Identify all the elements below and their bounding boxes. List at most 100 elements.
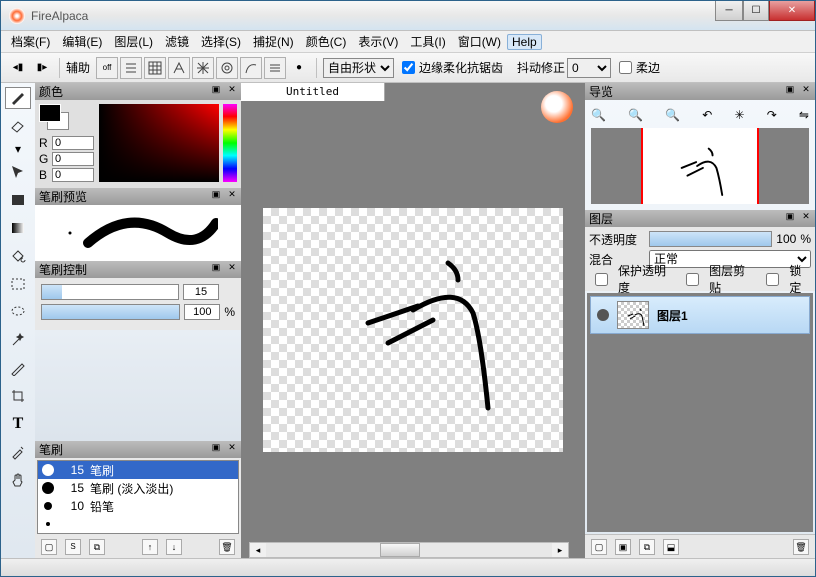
brush-row[interactable]: 15 笔刷	[38, 461, 238, 479]
canvas[interactable]	[263, 208, 563, 452]
brush-row[interactable]: 10 铅笔	[38, 497, 238, 515]
menu-view[interactable]: 表示(V)	[352, 31, 404, 52]
layer-opacity-slider[interactable]	[649, 231, 772, 247]
new-folder-button[interactable]: ▣	[615, 539, 631, 555]
brush-list[interactable]: 15 笔刷 15 笔刷 (淡入淡出) 10 铅笔	[37, 460, 239, 534]
undo-icon[interactable]: ◂▮	[7, 57, 29, 79]
zoom-fit-icon[interactable]: 🔍	[665, 108, 680, 122]
menu-edit[interactable]: 编辑(E)	[56, 31, 108, 52]
brush-row[interactable]	[38, 515, 238, 533]
menu-color[interactable]: 颜色(C)	[300, 31, 353, 52]
dup-layer-button[interactable]: ⧉	[639, 539, 655, 555]
brush-row[interactable]: 15 笔刷 (淡入淡出)	[38, 479, 238, 497]
brush-opacity-value[interactable]: 100	[184, 304, 220, 320]
tool-select-pen[interactable]	[5, 357, 31, 379]
snap-grid-button[interactable]	[144, 57, 166, 79]
brush-size-value[interactable]: 15	[183, 284, 219, 300]
hue-slider[interactable]	[223, 104, 237, 182]
snap-perspective-button[interactable]	[168, 57, 190, 79]
brush-size-slider[interactable]	[41, 284, 179, 300]
dock-icon[interactable]: ▣	[783, 210, 797, 224]
rotate-right-icon[interactable]: ↷	[767, 108, 777, 122]
tool-text[interactable]: T	[5, 413, 31, 435]
tool-select-rect[interactable]	[5, 273, 31, 295]
delete-layer-button[interactable]: 🗑	[793, 539, 809, 555]
menu-snap[interactable]: 捕捉(N)	[247, 31, 300, 52]
close-icon[interactable]: ✕	[225, 188, 239, 202]
snap-radial-button[interactable]	[192, 57, 214, 79]
brush-down-button[interactable]: ↓	[166, 539, 182, 555]
flip-icon[interactable]: ⇋	[799, 108, 809, 122]
menu-filter[interactable]: 滤镜	[159, 31, 195, 52]
minimize-button[interactable]: ─	[715, 1, 743, 21]
tool-move[interactable]	[5, 161, 31, 183]
add-brush-button[interactable]: ▢	[41, 539, 57, 555]
menu-help[interactable]: Help	[507, 34, 542, 50]
dup-brush-button[interactable]: ⧉	[89, 539, 105, 555]
panel-brushctrl-header[interactable]: 笔刷控制 ▣✕	[35, 261, 241, 278]
clipping-checkbox[interactable]	[686, 273, 699, 286]
tool-hand[interactable]	[5, 469, 31, 491]
brush-opacity-slider[interactable]	[41, 304, 180, 320]
tool-brush[interactable]	[5, 87, 31, 109]
delete-brush-button[interactable]: 🗑	[219, 539, 235, 555]
panel-layers-header[interactable]: 图层 ▣✕	[585, 210, 815, 227]
snap-off-button[interactable]: off	[96, 57, 118, 79]
layer-item[interactable]: 图层1	[590, 296, 810, 334]
color-field[interactable]	[99, 104, 219, 182]
dock-icon[interactable]: ▣	[209, 83, 223, 97]
snap-parallel-button[interactable]	[120, 57, 142, 79]
shape-select[interactable]: 自由形状	[323, 58, 394, 78]
rotate-left-icon[interactable]: ↶	[702, 108, 712, 122]
add-brush-s-button[interactable]: S	[65, 539, 81, 555]
g-input[interactable]	[52, 152, 94, 166]
panel-brushpreview-header[interactable]: 笔刷预览 ▣✕	[35, 188, 241, 205]
zoom-in-icon[interactable]: 🔍	[591, 108, 606, 122]
brush-dot-icon[interactable]: ●	[288, 57, 310, 79]
jitter-select[interactable]: 0	[567, 58, 611, 78]
brush-up-button[interactable]: ↑	[142, 539, 158, 555]
close-icon[interactable]: ✕	[225, 441, 239, 455]
snap-circle-button[interactable]	[216, 57, 238, 79]
layer-list[interactable]: 图层1	[587, 293, 813, 532]
r-input[interactable]	[52, 136, 94, 150]
close-button[interactable]: ✕	[769, 1, 815, 21]
menu-select[interactable]: 选择(S)	[195, 31, 247, 52]
antialias-checkbox[interactable]	[402, 61, 415, 74]
tool-select-lasso[interactable]	[5, 301, 31, 323]
panel-color-header[interactable]: 颜色 ▣✕	[35, 83, 241, 100]
zoom-out-icon[interactable]: 🔍	[628, 108, 643, 122]
dock-icon[interactable]: ▣	[209, 188, 223, 202]
merge-down-button[interactable]: ⬓	[663, 539, 679, 555]
redo-icon[interactable]: ▮▸	[31, 57, 53, 79]
panel-brushlist-header[interactable]: 笔刷 ▣✕	[35, 441, 241, 458]
close-icon[interactable]: ✕	[799, 210, 813, 224]
close-icon[interactable]: ✕	[799, 83, 813, 97]
lock-checkbox[interactable]	[766, 273, 779, 286]
tool-dropdown[interactable]: ▾	[5, 143, 31, 155]
rotate-reset-icon[interactable]: ✳	[734, 108, 744, 122]
tool-crop[interactable]	[5, 385, 31, 407]
close-icon[interactable]: ✕	[225, 261, 239, 275]
dock-icon[interactable]: ▣	[783, 83, 797, 97]
tool-fill[interactable]	[5, 189, 31, 211]
softedge-checkbox[interactable]	[619, 61, 632, 74]
snap-settings-button[interactable]	[264, 57, 286, 79]
menu-window[interactable]: 窗口(W)	[452, 31, 507, 52]
dock-icon[interactable]: ▣	[209, 261, 223, 275]
color-swatches[interactable]	[39, 104, 63, 122]
tool-gradient[interactable]	[5, 217, 31, 239]
tool-eyedropper[interactable]	[5, 441, 31, 463]
tool-bucket[interactable]	[5, 245, 31, 267]
tab-untitled[interactable]: Untitled	[241, 83, 385, 101]
tool-eraser[interactable]	[5, 115, 31, 137]
maximize-button[interactable]: ☐	[743, 1, 769, 21]
snap-curve-button[interactable]	[240, 57, 262, 79]
tool-wand[interactable]	[5, 329, 31, 351]
menu-layer[interactable]: 图层(L)	[108, 31, 159, 52]
navigator-thumbnail[interactable]	[591, 128, 809, 204]
visibility-icon[interactable]	[597, 309, 609, 321]
menu-tool[interactable]: 工具(I)	[404, 31, 451, 52]
protect-alpha-checkbox[interactable]	[595, 273, 608, 286]
close-icon[interactable]: ✕	[225, 83, 239, 97]
